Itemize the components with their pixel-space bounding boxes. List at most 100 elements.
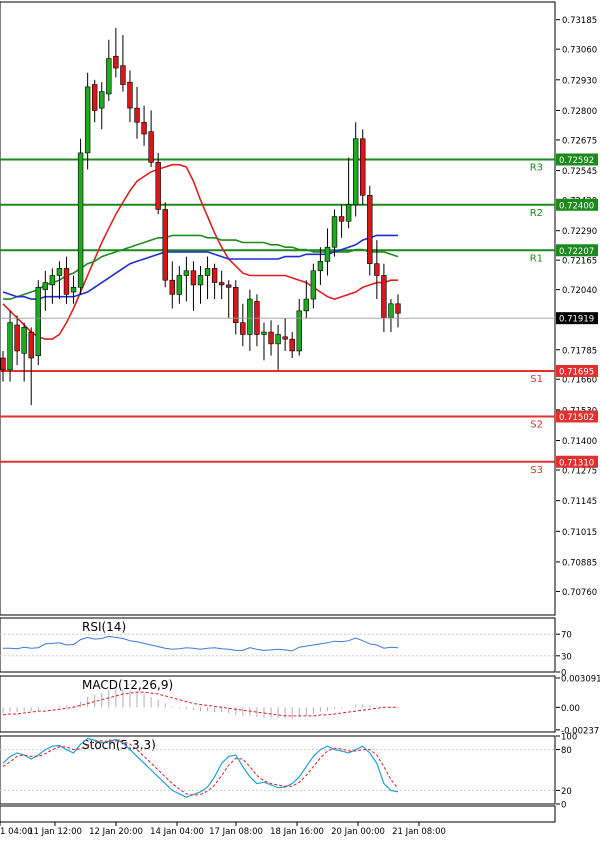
current-price-label: 0.71919 bbox=[559, 315, 594, 325]
price-panel: 0.73185 0.73060 0.72930 0.72800 0.72675 0.725… bbox=[0, 1, 598, 616]
candle-body bbox=[127, 81, 133, 109]
indicator-tick-label: 0.003091 bbox=[561, 674, 600, 684]
candle-body bbox=[240, 322, 246, 335]
level-price-label: 0.71695 bbox=[559, 367, 594, 377]
time-tick-label: 17 Jan 08:00 bbox=[209, 827, 263, 837]
candle-body bbox=[211, 268, 218, 283]
candle-body bbox=[360, 138, 366, 196]
candle-body bbox=[155, 162, 161, 210]
level-name-r2: R2 bbox=[530, 208, 543, 219]
price-tick-label: 0.72675 bbox=[562, 136, 597, 146]
candle-body bbox=[0, 357, 6, 371]
level-price-label: 0.71502 bbox=[559, 413, 594, 423]
blank-strip bbox=[0, 805, 556, 823]
price-tick-label: 0.72165 bbox=[562, 257, 597, 267]
price-tick-label: 0.72040 bbox=[562, 286, 597, 296]
candle-body bbox=[77, 152, 84, 288]
candle-body bbox=[324, 246, 331, 262]
candle-body bbox=[303, 298, 310, 312]
candle-body bbox=[63, 268, 70, 295]
indicator-tick-label: 80 bbox=[561, 746, 572, 756]
forex-chart: 0.73185 0.73060 0.72930 0.72800 0.72675 0.725… bbox=[0, 1, 600, 837]
candle-body bbox=[162, 209, 168, 281]
indicator-tick-label: 0 bbox=[561, 801, 566, 811]
price-tick-label: 0.70885 bbox=[562, 558, 597, 568]
candle-body bbox=[388, 303, 394, 319]
price-tick-label: 0.73060 bbox=[562, 46, 597, 56]
time-tick-label: 18 Jan 16:00 bbox=[270, 827, 324, 837]
rsi-panel: 70300RSI(14) bbox=[0, 617, 572, 679]
price-plot-frame bbox=[0, 1, 556, 616]
level-price-label: 0.71310 bbox=[559, 458, 594, 468]
candle-body bbox=[352, 138, 359, 206]
candle-body bbox=[113, 55, 119, 69]
level-price-label: 0.72592 bbox=[559, 156, 594, 166]
level-name-r1: R1 bbox=[530, 253, 543, 264]
indicator-tick-label: 30 bbox=[561, 652, 572, 662]
level-name-r3: R3 bbox=[530, 162, 543, 173]
candle-body bbox=[374, 263, 380, 276]
x-axis: 1 04:0011 Jan 12:00 12 Jan 20:00 14 Jan 04… bbox=[0, 805, 556, 837]
price-tick-label: 0.71015 bbox=[562, 528, 597, 538]
candle-body bbox=[42, 282, 49, 290]
candle-body bbox=[190, 270, 197, 286]
candle-body bbox=[345, 204, 352, 222]
price-tick-label: 0.72800 bbox=[562, 107, 597, 117]
time-tick-label: 12 Jan 20:00 bbox=[89, 827, 143, 837]
indicator-tick-label: 0.00 bbox=[561, 704, 580, 714]
candle-body bbox=[35, 286, 41, 356]
candle-body bbox=[218, 282, 225, 286]
level-name-s1: S1 bbox=[530, 374, 543, 385]
time-tick-label: 21 Jan 08:00 bbox=[392, 827, 446, 837]
price-tick-label: 0.72930 bbox=[562, 76, 597, 86]
candle-body bbox=[14, 324, 20, 352]
candle-body bbox=[275, 334, 281, 345]
candle-body bbox=[261, 331, 267, 335]
macd-panel-title: MACD(12,26,9) bbox=[82, 678, 173, 692]
candle-body bbox=[120, 65, 126, 85]
candle-body bbox=[91, 84, 98, 111]
candle-body bbox=[226, 284, 232, 288]
candle-body bbox=[289, 338, 295, 352]
candle-body bbox=[70, 286, 77, 293]
candle-body bbox=[56, 268, 63, 276]
time-tick-label: 20 Jan 00:00 bbox=[331, 827, 385, 837]
indicator-tick-label: 70 bbox=[561, 631, 572, 641]
level-price-label: 0.72207 bbox=[559, 247, 594, 257]
candle-body bbox=[176, 275, 183, 295]
candle-body bbox=[28, 331, 34, 359]
candle-body bbox=[134, 107, 140, 123]
level-price-label: 0.72400 bbox=[559, 201, 594, 211]
candle-body bbox=[247, 298, 253, 335]
candle-body bbox=[317, 261, 324, 272]
candle-body bbox=[197, 275, 204, 286]
indicator-tick-label: 20 bbox=[561, 787, 572, 797]
candle-body bbox=[49, 275, 56, 286]
candle-body bbox=[338, 216, 345, 222]
candle-body bbox=[99, 91, 105, 109]
price-tick-label: 0.70760 bbox=[562, 588, 597, 598]
candle-body bbox=[310, 270, 317, 300]
candle-body bbox=[84, 86, 91, 154]
candle-body bbox=[148, 131, 154, 163]
price-tick-label: 0.73185 bbox=[562, 16, 597, 26]
candle-body bbox=[141, 121, 147, 135]
candle-body bbox=[381, 275, 387, 319]
time-tick-label: 14 Jan 04:00 bbox=[150, 827, 204, 837]
candle-body bbox=[268, 331, 274, 345]
stoch-panel: 10080200Stoch(5,3,3) bbox=[0, 733, 577, 811]
candle-body bbox=[21, 327, 27, 354]
candle-body bbox=[367, 195, 373, 265]
price-tick-label: 0.71400 bbox=[562, 437, 597, 447]
candle-body bbox=[296, 310, 302, 352]
price-tick-label: 0.72545 bbox=[562, 167, 597, 177]
level-name-s2: S2 bbox=[530, 419, 543, 430]
candle-body bbox=[395, 303, 401, 314]
price-tick-label: 0.72290 bbox=[562, 227, 597, 237]
candle-body bbox=[331, 216, 338, 248]
candle-body bbox=[183, 270, 190, 276]
time-tick-label: 11 Jan 12:00 bbox=[28, 827, 82, 837]
candle-body bbox=[7, 322, 13, 371]
candle-body bbox=[169, 279, 175, 295]
price-tick-label: 0.71145 bbox=[562, 497, 597, 507]
